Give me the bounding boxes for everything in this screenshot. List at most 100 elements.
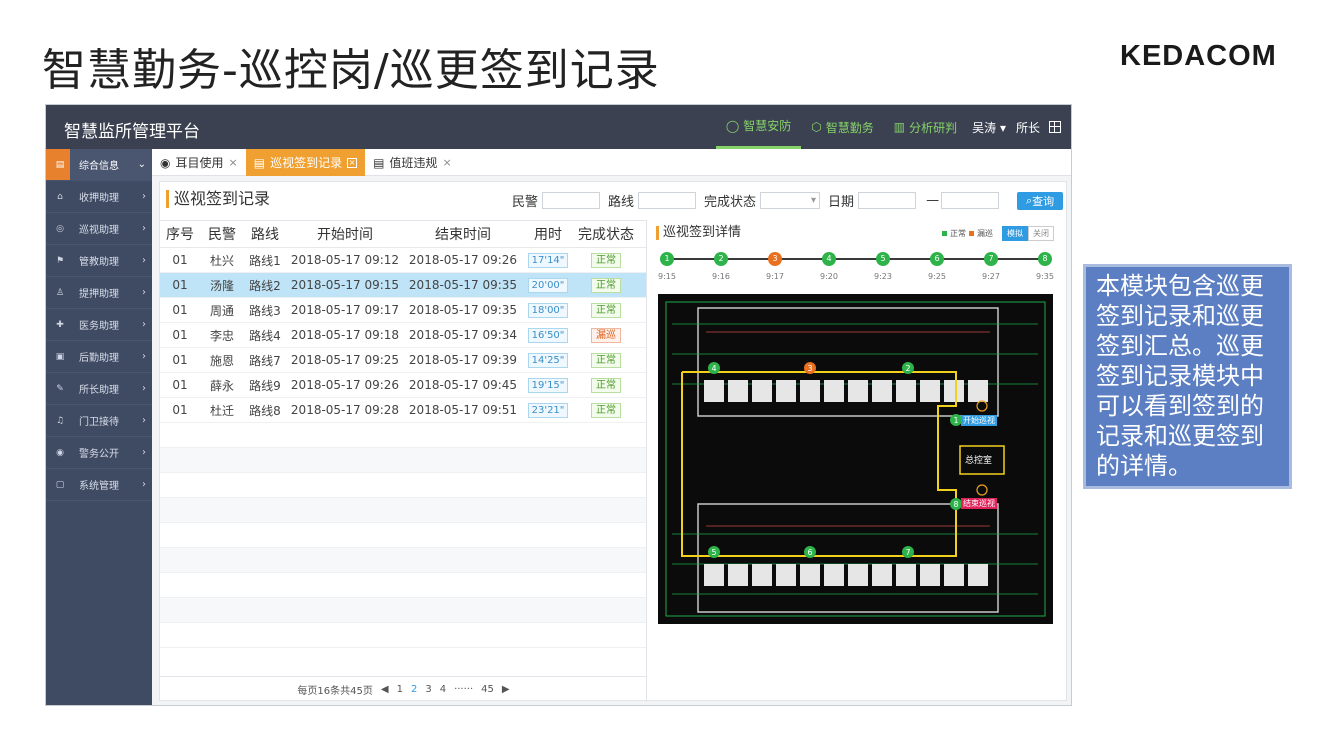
close-icon[interactable]: × — [347, 157, 358, 168]
sidebar-item-intake[interactable]: ⌂ 收押助理 › — [46, 181, 152, 213]
col-no[interactable]: 序号 — [160, 224, 200, 244]
platform-title: 智慧监所管理平台 — [64, 122, 200, 142]
table-row[interactable]: 01 薛永 路线9 2018-05-17 09:26 2018-05-17 09:45 1… — [160, 373, 646, 398]
page-2[interactable]: 2 — [411, 684, 417, 695]
chevron-right-icon: › — [142, 223, 146, 234]
tab-patrol-record[interactable]: ▤ 巡视签到记录 × — [245, 149, 366, 176]
table-row[interactable]: 01 杜迁 路线8 2018-05-17 09:28 2018-05-17 09:51 2… — [160, 398, 646, 423]
page-3[interactable]: 3 — [425, 684, 431, 695]
cell-start: 2018-05-17 09:25 — [290, 353, 400, 367]
checkpoint-time: 9:17 — [766, 272, 784, 281]
checkpoint-node[interactable]: 1 — [660, 252, 674, 266]
nav-smart-duty[interactable]: ⬡ 智慧勤务 — [801, 105, 884, 149]
checkpoint-node[interactable]: 5 — [876, 252, 890, 266]
sidebar-item-director[interactable]: ✎ 所长助理 › — [46, 373, 152, 405]
table-row[interactable]: 01 周通 路线3 2018-05-17 09:17 2018-05-17 09:35 1… — [160, 298, 646, 323]
col-duration[interactable]: 用时 — [522, 224, 574, 244]
cell-route: 路线3 — [249, 303, 281, 318]
map-marker-label: 2 — [905, 364, 910, 373]
checkpoint-node[interactable]: 3 — [768, 252, 782, 266]
col-route[interactable]: 路线 — [244, 224, 286, 244]
tab-informant[interactable]: ◉ 耳目使用 × — [152, 149, 246, 176]
sidebar-item-general[interactable]: ▤ 综合信息 ⌄ — [46, 149, 152, 181]
checkpoint-node[interactable]: 2 — [714, 252, 728, 266]
table-row[interactable]: 01 杜兴 路线1 2018-05-17 09:12 2018-05-17 09:26 1… — [160, 248, 646, 273]
table-row[interactable]: 01 汤隆 路线2 2018-05-17 09:15 2018-05-17 09:35 2… — [160, 273, 646, 298]
description-note: 本模块包含巡更签到记录和巡更签到汇总。巡更签到记录模块中可以看到签到的记录和巡更… — [1083, 264, 1292, 489]
sidebar-item-logistics[interactable]: ▣ 后勤助理 › — [46, 341, 152, 373]
globe-icon: ◉ — [56, 447, 64, 458]
sidebar-item-patrol[interactable]: ◎ 巡视助理 › — [46, 213, 152, 245]
checkpoint-node[interactable]: 8 — [1038, 252, 1052, 266]
content-panel: 巡视签到记录 民警 路线 完成状态 日期 — ⌕ 查询 序号 民警 路线 开始时… — [159, 181, 1067, 702]
nav-analysis[interactable]: ▥ 分析研判 — [884, 105, 967, 149]
sidebar-item-reception[interactable]: ♫ 门卫接待 › — [46, 405, 152, 437]
person-icon: ♙ — [55, 287, 65, 298]
route-input[interactable] — [638, 192, 697, 209]
table-row[interactable]: 01 施恩 路线7 2018-05-17 09:25 2018-05-17 09:39 1… — [160, 348, 646, 373]
record-table: 序号 民警 路线 开始时间 结束时间 用时 完成状态 01 杜兴 路线1 2018-0… — [160, 220, 647, 702]
col-end[interactable]: 结束时间 — [404, 224, 522, 244]
empty-row — [160, 573, 646, 598]
date-end-input[interactable] — [941, 192, 1000, 209]
cell-room — [920, 380, 940, 402]
query-button[interactable]: ⌕ 查询 — [1017, 191, 1064, 210]
cell-no: 01 — [172, 378, 188, 392]
empty-row — [160, 548, 646, 573]
police-input[interactable] — [542, 192, 601, 209]
sidebar-item-public[interactable]: ◉ 警务公开 › — [46, 437, 152, 469]
page-45[interactable]: 45 — [481, 684, 494, 695]
sidebar-item-medical[interactable]: ✚ 医务助理 › — [46, 309, 152, 341]
date-start-input[interactable] — [858, 192, 917, 209]
sidebar-item-system[interactable]: ▢ 系统管理 › — [46, 469, 152, 501]
legend-normal: 正常 — [950, 229, 966, 238]
col-start[interactable]: 开始时间 — [286, 224, 404, 244]
cell-officer: 薛永 — [209, 378, 234, 393]
toggle-on[interactable]: 模拟 — [1002, 226, 1028, 241]
checkpoint-node[interactable]: 4 — [822, 252, 836, 266]
next-page-icon[interactable]: ▶ — [502, 684, 510, 695]
cell-status: 正常 — [574, 302, 638, 318]
sidebar-item-discipline[interactable]: ⚑ 管教助理 › — [46, 245, 152, 277]
cell-start: 2018-05-17 09:28 — [290, 403, 400, 417]
start-label: 开始巡视 — [961, 415, 997, 426]
close-icon[interactable]: × — [229, 156, 238, 169]
sidebar-item-escort[interactable]: ♙ 提押助理 › — [46, 277, 152, 309]
col-officer[interactable]: 民警 — [200, 224, 244, 244]
circle-icon: ◯ — [725, 118, 740, 133]
legend: 正常 漏巡 模拟 关闭 — [942, 226, 1054, 241]
cell-status: 正常 — [574, 402, 638, 418]
nav-label: 智慧勤务 — [825, 120, 874, 135]
empty-row — [160, 473, 646, 498]
page-1[interactable]: 1 — [397, 684, 403, 695]
checkpoint-node[interactable]: 7 — [984, 252, 998, 266]
nav-label: 智慧安防 — [743, 119, 792, 133]
apps-grid-icon[interactable] — [1049, 121, 1061, 133]
tab-duty-violation[interactable]: ▤ 值班违规 × — [365, 149, 460, 176]
sidebar-item-label: 警务公开 — [79, 449, 119, 460]
chevron-right-icon: › — [142, 319, 146, 330]
checkpoint-node[interactable]: 6 — [930, 252, 944, 266]
user-menu[interactable]: 吴涛 ▾ — [967, 119, 1011, 136]
status-badge: 正常 — [591, 278, 621, 293]
page-4[interactable]: 4 — [440, 684, 446, 695]
table-row[interactable]: 01 李忠 路线4 2018-05-17 09:18 2018-05-17 09:34 1… — [160, 323, 646, 348]
cell-start: 2018-05-17 09:26 — [290, 378, 400, 392]
floor-plan-map[interactable]: 4 3 2 1 8 5 6 7 开始巡视 结束巡视 总控室 — [658, 294, 1053, 624]
cell-duration: 20'00" — [522, 277, 574, 293]
simulate-toggle[interactable]: 模拟 关闭 — [1002, 226, 1054, 241]
cell-room — [824, 380, 844, 402]
cell-start: 2018-05-17 09:15 — [290, 278, 400, 292]
cell-no: 01 — [172, 303, 188, 317]
toggle-off[interactable]: 关闭 — [1028, 226, 1054, 241]
chevron-right-icon: › — [142, 255, 146, 266]
cell-room — [872, 380, 892, 402]
floor-plan-svg: 4 3 2 1 8 5 6 7 — [665, 301, 1046, 617]
status-select[interactable] — [760, 192, 821, 209]
nav-smart-security[interactable]: ◯ 智慧安防 — [715, 105, 802, 149]
col-status[interactable]: 完成状态 — [574, 224, 638, 244]
prev-page-icon[interactable]: ◀ — [381, 684, 389, 695]
close-icon[interactable]: × — [442, 156, 451, 169]
cell-status: 正常 — [574, 277, 638, 293]
cube-icon: ⬡ — [811, 120, 822, 134]
